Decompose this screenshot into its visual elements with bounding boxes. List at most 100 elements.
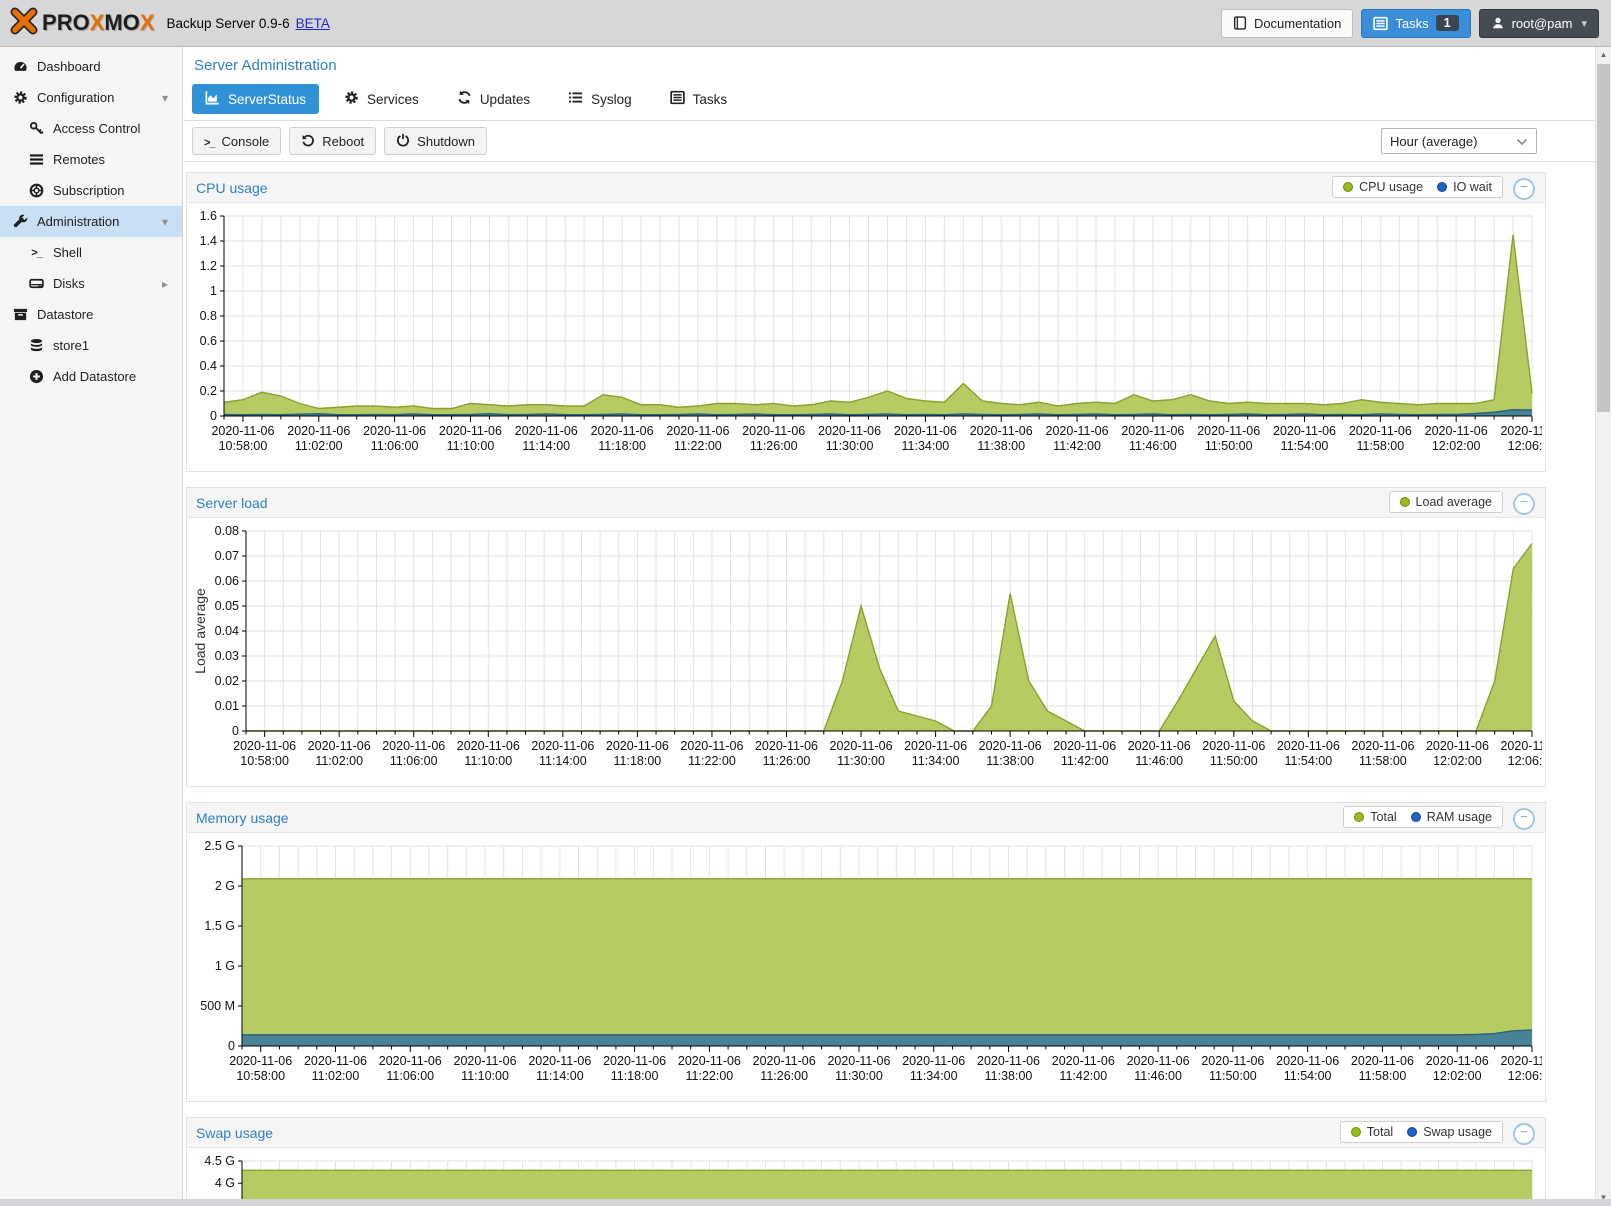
sidebar-item-disks[interactable]: Disks ▸ (0, 268, 182, 299)
chart-area: 0500 M1 G1.5 G2 G2.5 G2020-11-0610:58:00… (187, 833, 1545, 1101)
legend-dot-icon (1351, 1127, 1361, 1137)
panel-cpu-usage: CPU usageCPU usageIO wait−00.20.40.60.81… (186, 172, 1546, 472)
chart-legend: CPU usage IO wait (1332, 176, 1503, 198)
legend-item-total[interactable]: Total (1354, 810, 1396, 824)
legend-label: CPU usage (1359, 180, 1423, 194)
panel-header: Server load Load average − (187, 488, 1545, 518)
proxmox-x-icon (10, 7, 38, 40)
tab-syslog[interactable]: Syslog (555, 84, 645, 114)
svg-text:0.04: 0.04 (215, 624, 239, 638)
sidebar-item-datastore[interactable]: Datastore (0, 299, 182, 330)
top-bar: PROXMOX Backup Server 0.9-6 BETA Documen… (0, 0, 1611, 47)
sidebar-item-add-datastore[interactable]: Add Datastore (0, 361, 182, 392)
caret-down-icon[interactable]: ▾ (162, 215, 168, 229)
timeframe-select[interactable]: Hour (average) (1381, 128, 1537, 154)
tab-label: Syslog (591, 92, 632, 107)
sidebar-item-label: Disks (53, 276, 85, 291)
shutdown-button[interactable]: Shutdown (384, 127, 487, 155)
svg-text:11:50:00: 11:50:00 (1210, 754, 1258, 768)
panel-title: CPU usage (196, 180, 268, 196)
user-icon (1491, 16, 1505, 30)
svg-text:11:46:00: 11:46:00 (1135, 754, 1183, 768)
legend-item-io-wait[interactable]: IO wait (1437, 180, 1492, 194)
svg-text:2020-11-06: 2020-11-06 (603, 1054, 666, 1068)
svg-text:1.4: 1.4 (200, 234, 217, 248)
svg-text:0.03: 0.03 (215, 649, 239, 663)
legend-item-load-average[interactable]: Load average (1400, 495, 1492, 509)
scroll-up-arrow-icon[interactable]: ▲ (1596, 47, 1611, 63)
caret-right-icon[interactable]: ▸ (162, 277, 168, 291)
console-button[interactable]: >_Console (192, 127, 281, 155)
svg-text:0.4: 0.4 (200, 359, 217, 373)
scrollbar-thumb[interactable] (1597, 64, 1610, 412)
legend-item-cpu-usage[interactable]: CPU usage (1343, 180, 1423, 194)
chart-area: 00.010.020.030.040.050.060.070.082020-11… (187, 518, 1545, 786)
svg-text:11:18:00: 11:18:00 (611, 1069, 659, 1083)
panel-title: Server load (196, 495, 268, 511)
tab-updates[interactable]: Updates (444, 84, 543, 114)
tab-label: Updates (480, 92, 530, 107)
svg-text:2020-11-06: 2020-11-06 (1046, 424, 1109, 438)
svg-text:0: 0 (228, 1039, 235, 1053)
beta-link[interactable]: BETA (296, 16, 330, 31)
svg-text:2020-11-06: 2020-11-06 (1127, 1054, 1190, 1068)
tasks-label: Tasks (1395, 16, 1428, 31)
sidebar-item-access-control[interactable]: Access Control (0, 113, 182, 144)
tab-tasks[interactable]: Tasks (657, 84, 741, 114)
legend-item-swap-usage[interactable]: Swap usage (1407, 1125, 1492, 1139)
legend-label: RAM usage (1427, 810, 1492, 824)
svg-text:2020-11-06: 2020-11-06 (977, 1054, 1040, 1068)
collapse-panel-button[interactable]: − (1513, 178, 1535, 200)
sidebar-item-dashboard[interactable]: Dashboard (0, 51, 182, 82)
svg-text:11:14:00: 11:14:00 (536, 1069, 584, 1083)
undo-icon (301, 133, 315, 150)
svg-text:12:02:00: 12:02:00 (1433, 754, 1482, 768)
panel-swap-usage: Swap usageTotalSwap usage−0500 M1 G1.5 G… (186, 1117, 1546, 1206)
chart-area: 0500 M1 G1.5 G2 G2.5 G3 G3.5 G4 G4.5 G20… (187, 1148, 1545, 1206)
svg-text:11:18:00: 11:18:00 (614, 754, 662, 768)
chevron-down-icon (1516, 134, 1528, 149)
sidebar-item-shell[interactable]: >_Shell (0, 237, 182, 268)
sidebar-item-configuration[interactable]: Configuration▾ (0, 82, 182, 113)
svg-text:11:10:00: 11:10:00 (464, 754, 512, 768)
list-icon (568, 90, 583, 108)
sidebar-item-store1[interactable]: store1 (0, 330, 182, 361)
svg-text:2020-11-06: 2020-11-06 (233, 739, 296, 753)
main-content: Server Administration ServerStatusServic… (184, 47, 1595, 1206)
chart-panels: CPU usageCPU usageIO wait−00.20.40.60.81… (184, 162, 1595, 1206)
sidebar-item-administration[interactable]: Administration▾ (0, 206, 182, 237)
collapse-panel-button[interactable]: − (1513, 493, 1535, 515)
legend-item-total[interactable]: Total (1351, 1125, 1393, 1139)
svg-text:11:58:00: 11:58:00 (1359, 754, 1407, 768)
tab-services[interactable]: Services (331, 84, 432, 114)
svg-text:2020-11-06: 2020-11-06 (1276, 1054, 1339, 1068)
vertical-scrollbar[interactable]: ▲ ▼ (1595, 47, 1611, 1206)
legend-label: Total (1367, 1125, 1393, 1139)
svg-text:12:06:00: 12:06:00 (1508, 754, 1542, 768)
svg-text:2020-11-06: 2020-11-06 (382, 739, 445, 753)
svg-text:11:06:00: 11:06:00 (371, 439, 419, 453)
svg-text:2020-11-06: 2020-11-06 (1202, 739, 1265, 753)
caret-down-icon[interactable]: ▾ (162, 91, 168, 105)
svg-text:2020-11-06: 2020-11-06 (827, 1054, 890, 1068)
sidebar-item-subscription[interactable]: Subscription (0, 175, 182, 206)
terminal-icon: >_ (204, 134, 215, 149)
sidebar-item-label: Subscription (53, 183, 125, 198)
tab-serverstatus[interactable]: ServerStatus (192, 84, 319, 114)
reboot-button[interactable]: Reboot (289, 127, 376, 155)
collapse-panel-button[interactable]: − (1513, 1123, 1535, 1145)
svg-text:11:10:00: 11:10:00 (461, 1069, 509, 1083)
legend-dot-icon (1407, 1127, 1417, 1137)
documentation-button[interactable]: Documentation (1221, 9, 1353, 38)
svg-text:2020-11-06: 2020-11-06 (1277, 739, 1340, 753)
svg-text:0.8: 0.8 (200, 309, 217, 323)
sidebar-item-label: Shell (53, 245, 82, 260)
svg-text:11:50:00: 11:50:00 (1209, 1069, 1257, 1083)
sidebar-item-remotes[interactable]: Remotes (0, 144, 182, 175)
legend-item-ram-usage[interactable]: RAM usage (1411, 810, 1492, 824)
tasks-button[interactable]: Tasks 1 (1361, 9, 1470, 38)
collapse-panel-button[interactable]: − (1513, 808, 1535, 830)
svg-text:12:02:00: 12:02:00 (1432, 439, 1481, 453)
svg-text:2020-11-06: 2020-11-06 (755, 739, 818, 753)
user-menu-button[interactable]: root@pam ▾ (1479, 9, 1599, 38)
